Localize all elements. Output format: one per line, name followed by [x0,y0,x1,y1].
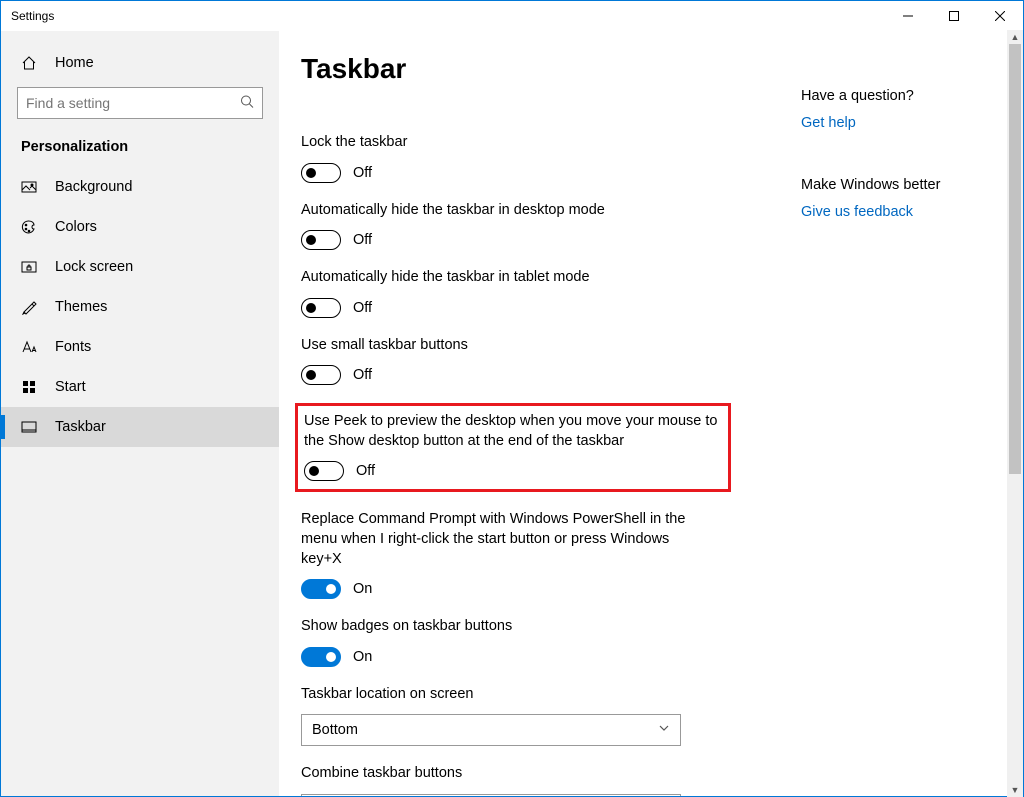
setting-lock-taskbar: Lock the taskbar Off [301,133,701,183]
sidebar-item-colors[interactable]: Colors [1,207,279,247]
setting-small-buttons: Use small taskbar buttons Off [301,336,701,386]
sidebar-item-label: Taskbar [55,419,106,435]
sidebar-item-label: Fonts [55,339,91,355]
toggle-state: Off [353,367,372,383]
toggle-badges[interactable] [301,647,341,667]
sidebar-item-themes[interactable]: Themes [1,287,279,327]
toggle-lock-taskbar[interactable] [301,163,341,183]
sidebar-item-label: Start [55,379,86,395]
get-help-link[interactable]: Get help [801,115,856,131]
setting-label: Replace Command Prompt with Windows Powe… [301,510,701,569]
setting-autohide-tablet: Automatically hide the taskbar in tablet… [301,268,701,318]
scrollbar[interactable]: ▲ ▼ [1007,30,1023,797]
toggle-peek[interactable] [304,461,344,481]
toggle-autohide-desktop[interactable] [301,230,341,250]
window-controls [885,1,1023,31]
search-icon [240,95,254,112]
feedback-heading: Make Windows better [801,177,1001,193]
sidebar-item-lockscreen[interactable]: Lock screen [1,247,279,287]
sidebar-item-label: Colors [55,219,97,235]
sidebar-item-start[interactable]: Start [1,367,279,407]
sidebar-item-label: Themes [55,299,107,315]
setting-peek-highlighted: Use Peek to preview the desktop when you… [295,403,731,492]
setting-label: Automatically hide the taskbar in deskto… [301,201,701,221]
toggle-state: Off [353,300,372,316]
toggle-autohide-tablet[interactable] [301,298,341,318]
setting-label: Lock the taskbar [301,133,701,153]
give-feedback-link[interactable]: Give us feedback [801,204,913,220]
settings-column: Taskbar Lock the taskbar Off Automatical… [301,53,701,796]
close-button[interactable] [977,1,1023,31]
setting-label: Automatically hide the taskbar in tablet… [301,268,701,288]
scroll-down-icon[interactable]: ▼ [1007,783,1023,797]
settings-window: Settings Home [0,0,1024,797]
setting-badges: Show badges on taskbar buttons On [301,617,701,667]
page-title: Taskbar [301,53,701,85]
setting-powershell: Replace Command Prompt with Windows Powe… [301,510,701,599]
nav-list: Background Colors Lock screen Themes Fon… [1,167,279,447]
sidebar-item-fonts[interactable]: Fonts [1,327,279,367]
dropdown-value: Bottom [312,722,358,738]
search-field[interactable] [26,95,254,111]
chevron-down-icon [658,722,670,738]
toggle-state: On [353,581,372,597]
sidebar-item-taskbar[interactable]: Taskbar [1,407,279,447]
fonts-icon [21,339,37,355]
content-area: Home Personalization Background [1,31,1023,796]
toggle-small-buttons[interactable] [301,365,341,385]
setting-label: Use small taskbar buttons [301,336,701,356]
scroll-thumb[interactable] [1009,44,1021,474]
setting-label: Combine taskbar buttons [301,764,701,784]
right-column: Have a question? Get help Make Windows b… [801,53,1001,796]
feedback-section: Make Windows better Give us feedback [801,177,1001,220]
themes-icon [21,299,37,315]
maximize-button[interactable] [931,1,977,31]
window-title: Settings [11,9,54,23]
setting-autohide-desktop: Automatically hide the taskbar in deskto… [301,201,701,251]
start-icon [21,379,37,395]
home-label: Home [55,55,94,71]
setting-label: Taskbar location on screen [301,685,701,705]
setting-label: Show badges on taskbar buttons [301,617,701,637]
sidebar-item-label: Background [55,179,132,195]
minimize-button[interactable] [885,1,931,31]
picture-icon [21,179,37,195]
titlebar: Settings [1,1,1023,31]
home-icon [21,55,37,71]
search-input[interactable] [17,87,263,119]
toggle-state: Off [356,463,375,479]
search-wrap [17,87,263,119]
toggle-powershell[interactable] [301,579,341,599]
taskbar-icon [21,419,37,435]
toggle-state: On [353,649,372,665]
palette-icon [21,219,37,235]
main-panel: Taskbar Lock the taskbar Off Automatical… [279,31,1023,796]
dropdown-taskbar-location[interactable]: Bottom [301,714,681,746]
question-heading: Have a question? [801,88,1001,104]
home-button[interactable]: Home [1,45,279,81]
setting-combine-buttons: Combine taskbar buttons Always, hide lab… [301,764,701,796]
setting-taskbar-location: Taskbar location on screen Bottom [301,685,701,747]
toggle-state: Off [353,232,372,248]
setting-label: Use Peek to preview the desktop when you… [304,412,722,451]
sidebar: Home Personalization Background [1,31,279,796]
category-title: Personalization [1,139,279,167]
toggle-state: Off [353,165,372,181]
help-section: Have a question? Get help [801,88,1001,131]
sidebar-item-background[interactable]: Background [1,167,279,207]
dropdown-combine-buttons[interactable]: Always, hide labels [301,794,681,796]
lockscreen-icon [21,259,37,275]
scroll-up-icon[interactable]: ▲ [1007,30,1023,44]
sidebar-item-label: Lock screen [55,259,133,275]
